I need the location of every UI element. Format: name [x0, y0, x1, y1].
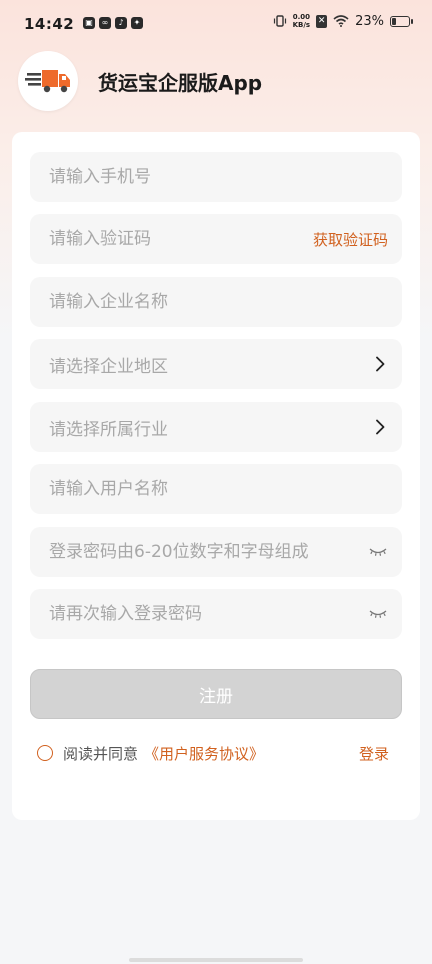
no-sim-icon: ✕	[316, 14, 328, 28]
agreement-row: 阅读并同意 《用户服务协议》 登录	[37, 740, 389, 766]
login-link[interactable]: 登录	[359, 743, 389, 764]
status-time: 14:42	[24, 15, 75, 33]
chevron-right-icon	[372, 417, 388, 437]
username-field[interactable]	[30, 464, 402, 514]
delivery-truck-icon	[25, 70, 70, 93]
confirm-password-input[interactable]	[49, 604, 368, 624]
calendar-app-icon: ▣	[83, 17, 95, 29]
game-app-icon: ✦	[131, 17, 143, 29]
app-title: 货运宝企服版App	[98, 70, 263, 95]
phone-field[interactable]	[30, 152, 402, 202]
phone-input[interactable]	[49, 167, 388, 187]
tiktok-app-icon: ♪	[115, 17, 127, 29]
app-header: 货运宝企服版App	[18, 51, 263, 111]
battery-percent: 23%	[355, 13, 384, 29]
wifi-icon	[333, 15, 349, 27]
password-input[interactable]	[49, 542, 368, 562]
link-app-icon: ∞	[99, 17, 111, 29]
get-code-button[interactable]: 获取验证码	[313, 229, 388, 250]
company-name-input[interactable]	[49, 292, 388, 312]
username-input[interactable]	[49, 479, 388, 499]
region-select[interactable]: 请选择企业地区	[30, 339, 402, 389]
agree-text: 阅读并同意	[63, 744, 139, 763]
eye-closed-icon[interactable]	[368, 546, 388, 558]
verification-code-field[interactable]: 获取验证码	[30, 214, 402, 264]
register-button[interactable]: 注册	[30, 669, 402, 719]
region-select-placeholder: 请选择企业地区	[49, 356, 168, 377]
confirm-password-field[interactable]	[30, 589, 402, 639]
verification-code-input[interactable]	[49, 229, 313, 249]
eye-closed-icon[interactable]	[368, 608, 388, 620]
status-indicators: 0.00 KB/s ✕ 23%	[273, 13, 413, 29]
home-indicator[interactable]	[129, 958, 303, 962]
notification-icons: ▣ ∞ ♪ ✦	[83, 17, 143, 29]
battery-icon	[390, 15, 413, 27]
app-logo	[18, 51, 78, 111]
password-field[interactable]	[30, 527, 402, 577]
vibrate-icon	[273, 15, 286, 27]
industry-select-placeholder: 请选择所属行业	[49, 419, 168, 440]
industry-select[interactable]: 请选择所属行业	[30, 402, 402, 452]
status-bar: 14:42 ▣ ∞ ♪ ✦ 0.00 KB/s ✕ 23%	[0, 0, 432, 50]
agree-radio[interactable]	[37, 745, 53, 761]
network-speed: 0.00 KB/s	[292, 13, 311, 29]
company-name-field[interactable]	[30, 277, 402, 327]
chevron-right-icon	[372, 354, 388, 374]
user-agreement-link[interactable]: 《用户服务协议》	[144, 743, 264, 764]
register-form-card: 获取验证码 请选择企业地区 请选择所属行业	[12, 132, 420, 820]
